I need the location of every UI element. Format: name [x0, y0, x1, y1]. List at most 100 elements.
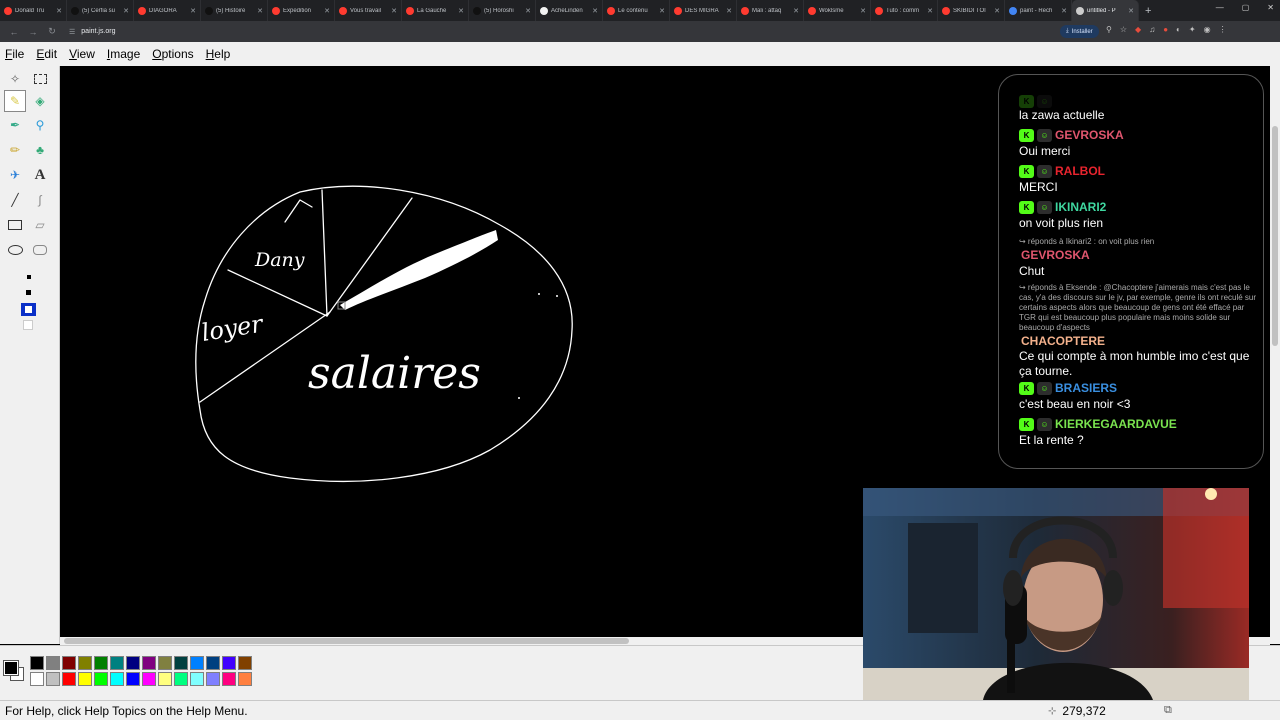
- reload-icon[interactable]: ↻: [47, 26, 57, 37]
- palette-swatch[interactable]: [78, 672, 92, 686]
- chat-username[interactable]: KIERKEGAARDAVUE: [1055, 417, 1177, 431]
- magnifier-tool[interactable]: ⚲: [29, 114, 51, 136]
- palette-swatch[interactable]: [222, 656, 236, 670]
- maximize-icon[interactable]: ▢: [1242, 3, 1250, 12]
- tab-3[interactable]: DIAGORA ✕: [134, 0, 201, 21]
- tab-11[interactable]: DES MIGRA ✕: [670, 0, 737, 21]
- palette-swatch[interactable]: [94, 672, 108, 686]
- menu-edit[interactable]: Edit: [36, 47, 57, 61]
- palette-swatch[interactable]: [126, 672, 140, 686]
- tab-close-icon[interactable]: ✕: [592, 7, 598, 15]
- chat-username[interactable]: GEVROSKA: [1055, 128, 1124, 142]
- tab-close-icon[interactable]: ✕: [525, 7, 531, 15]
- palette-swatch[interactable]: [158, 656, 172, 670]
- tab-10[interactable]: Le contenu ✕: [603, 0, 670, 21]
- vertical-scroll-thumb[interactable]: [1272, 126, 1278, 346]
- tab-close-icon[interactable]: ✕: [391, 7, 397, 15]
- tab-12[interactable]: Mali : attaq ✕: [737, 0, 804, 21]
- tab-close-icon[interactable]: ✕: [257, 7, 263, 15]
- tab-9[interactable]: AcheLinden ✕: [536, 0, 603, 21]
- tab-close-icon[interactable]: ✕: [458, 7, 464, 15]
- tab-7[interactable]: La Gauche ✕: [402, 0, 469, 21]
- palette-swatch[interactable]: [206, 656, 220, 670]
- tab-close-icon[interactable]: ✕: [659, 7, 665, 15]
- palette-swatch[interactable]: [62, 656, 76, 670]
- tab-16[interactable]: paint - Rech ✕: [1005, 0, 1072, 21]
- tab-close-icon[interactable]: ✕: [123, 7, 129, 15]
- tab-1[interactable]: Donald Tru ✕: [0, 0, 67, 21]
- eraser-tool[interactable]: ✎: [4, 90, 26, 112]
- browser-menu-icon[interactable]: ⋮: [1219, 25, 1227, 34]
- palette-swatch[interactable]: [126, 656, 140, 670]
- minimize-icon[interactable]: —: [1216, 3, 1224, 12]
- palette-swatch[interactable]: [30, 672, 44, 686]
- palette-swatch[interactable]: [78, 656, 92, 670]
- curve-tool[interactable]: ∫: [29, 189, 51, 211]
- palette-swatch[interactable]: [222, 672, 236, 686]
- menu-image[interactable]: Image: [107, 47, 140, 61]
- menu-view[interactable]: View: [69, 47, 95, 61]
- install-app-button[interactable]: ⤓ Installer: [1060, 25, 1099, 38]
- chat-username[interactable]: IKINARI2: [1055, 200, 1106, 214]
- chat-username[interactable]: CHACOPTERE: [1021, 334, 1105, 348]
- tab-close-icon[interactable]: ✕: [190, 7, 196, 15]
- tab-2[interactable]: (5) Cerfia su ✕: [67, 0, 134, 21]
- extension-icon[interactable]: ●: [1163, 25, 1168, 34]
- horizontal-scroll-thumb[interactable]: [64, 638, 629, 644]
- eraser-size-small[interactable]: [27, 275, 31, 279]
- eraser-size-selected[interactable]: [21, 303, 36, 316]
- palette-swatch[interactable]: [206, 672, 220, 686]
- tab-close-icon[interactable]: ✕: [927, 7, 933, 15]
- close-window-icon[interactable]: ✕: [1267, 3, 1274, 12]
- new-tab-icon[interactable]: +: [1145, 5, 1151, 17]
- rounded-rect-tool[interactable]: [29, 239, 51, 261]
- palette-swatch[interactable]: [174, 656, 188, 670]
- tab-close-icon[interactable]: ✕: [1128, 7, 1134, 15]
- menu-help[interactable]: Help: [206, 47, 231, 61]
- tab-close-icon[interactable]: ✕: [324, 7, 330, 15]
- url-field[interactable]: ☰ paint.js.org: [69, 28, 116, 36]
- fill-tool[interactable]: ◈: [29, 90, 51, 112]
- palette-swatch[interactable]: [142, 656, 156, 670]
- extension-icon[interactable]: ◆: [1135, 25, 1141, 34]
- palette-swatch[interactable]: [158, 672, 172, 686]
- palette-swatch[interactable]: [190, 656, 204, 670]
- forward-icon[interactable]: →: [28, 27, 38, 37]
- tab-13[interactable]: Woklsme ✕: [804, 0, 871, 21]
- eraser-size-large[interactable]: [23, 320, 33, 330]
- airbrush-tool[interactable]: ✈: [4, 164, 26, 186]
- extensions-puzzle-icon[interactable]: ✦: [1189, 25, 1196, 34]
- bookmark-star-icon[interactable]: ☆: [1120, 25, 1127, 34]
- chat-username[interactable]: RALBOL: [1055, 164, 1105, 178]
- pencil-tool[interactable]: ✏: [4, 139, 26, 161]
- tab-close-icon[interactable]: ✕: [726, 7, 732, 15]
- palette-swatch[interactable]: [110, 672, 124, 686]
- free-select-tool[interactable]: ✧: [4, 68, 26, 90]
- tab-15[interactable]: SKIBIDI TOI ✕: [938, 0, 1005, 21]
- palette-swatch[interactable]: [238, 656, 252, 670]
- polygon-tool[interactable]: ▱: [29, 214, 51, 236]
- palette-swatch[interactable]: [46, 672, 60, 686]
- tab-17-active[interactable]: untitled - P ✕: [1072, 0, 1139, 21]
- tab-4[interactable]: (5) Histoire ✕: [201, 0, 268, 21]
- menu-options[interactable]: Options: [152, 47, 193, 61]
- ellipse-tool[interactable]: [4, 239, 26, 261]
- site-info-icon[interactable]: ☰: [69, 28, 75, 36]
- zoom-icon[interactable]: ⚲: [1106, 25, 1112, 34]
- palette-swatch[interactable]: [174, 672, 188, 686]
- extension-icon[interactable]: ♫: [1149, 25, 1155, 34]
- palette-swatch[interactable]: [110, 656, 124, 670]
- profile-icon[interactable]: ◉: [1204, 25, 1211, 34]
- eraser-size-medium[interactable]: [26, 290, 31, 295]
- chat-username[interactable]: GEVROSKA: [1021, 248, 1090, 262]
- palette-swatch[interactable]: [190, 672, 204, 686]
- palette-swatch[interactable]: [94, 656, 108, 670]
- tab-close-icon[interactable]: ✕: [1061, 7, 1067, 15]
- tab-close-icon[interactable]: ✕: [56, 7, 62, 15]
- palette-swatch[interactable]: [142, 672, 156, 686]
- color-picker-tool[interactable]: ✒: [4, 114, 26, 136]
- tab-6[interactable]: Vous travail ✕: [335, 0, 402, 21]
- tab-14[interactable]: Tuto : comm ✕: [871, 0, 938, 21]
- vertical-scrollbar[interactable]: [1270, 66, 1280, 644]
- line-tool[interactable]: ╱: [4, 189, 26, 211]
